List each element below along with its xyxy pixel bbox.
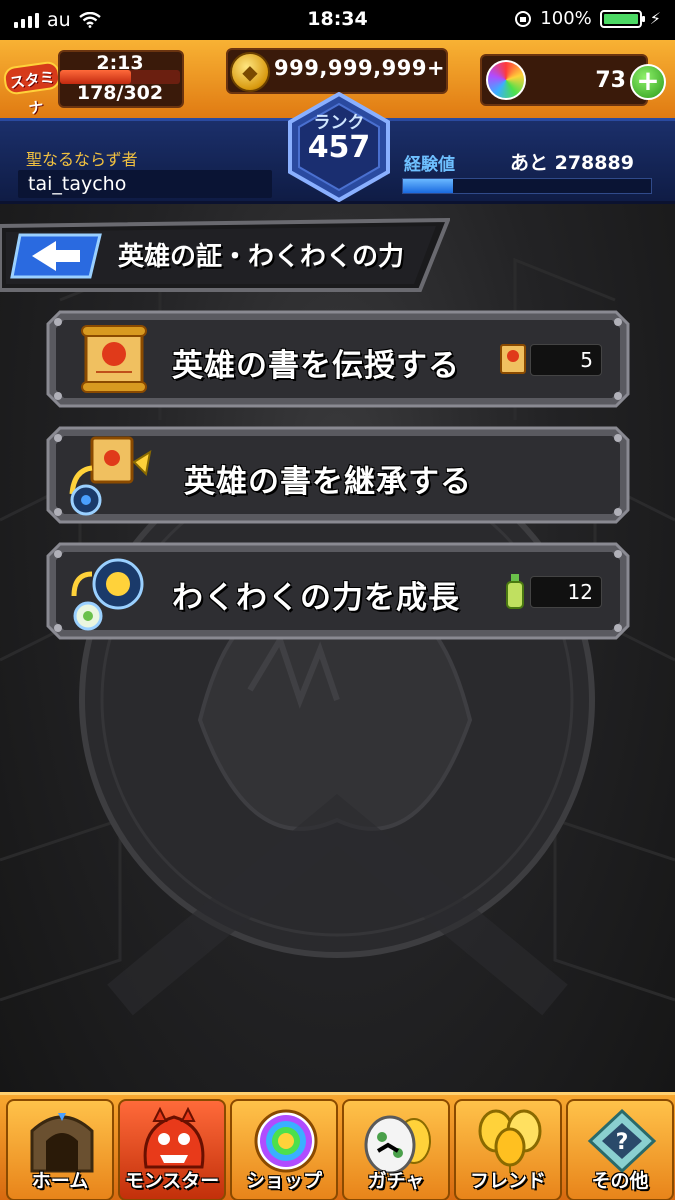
nav-shop[interactable]: ショップ (230, 1099, 338, 1200)
svg-text:?: ? (616, 1130, 629, 1155)
nav-monster[interactable]: モンスター (118, 1099, 226, 1200)
small-scroll-icon (500, 344, 526, 374)
scroll-transfer-icon (69, 436, 152, 516)
coin-count: 999,999,999+ (274, 56, 446, 80)
stamina-count: 178/302 (76, 82, 164, 104)
orb-count: 73 (595, 68, 626, 93)
home-gate-icon (30, 1113, 94, 1173)
battery-icon (599, 9, 645, 28)
nav-other[interactable]: ? その他 (566, 1099, 674, 1200)
menu-label: 英雄の書を伝授する (172, 348, 460, 384)
nav-label: ショップ (245, 1170, 322, 1192)
growth-potion-icon (506, 574, 524, 609)
egg-icon (364, 1115, 431, 1173)
menu-label: 英雄の書を継承する (184, 464, 472, 500)
battery-info: 100% ⚡ (514, 8, 661, 29)
rank-value: 457 (307, 130, 371, 165)
status-bar: au 18:34 100% ⚡ (0, 0, 675, 40)
monster-icon (143, 1107, 205, 1169)
menu-label: わくわくの力を成長 (172, 580, 460, 616)
stamina-timer: 2:13 (96, 52, 144, 74)
teach-hero-book-button[interactable]: 英雄の書を伝授する 5 (46, 310, 630, 408)
nav-label: その他 (591, 1170, 649, 1192)
nav-home[interactable]: ホーム (6, 1099, 114, 1200)
player-name: tai_taycho (18, 170, 272, 198)
item-count: 5 (530, 344, 602, 376)
orb-icon (486, 60, 526, 100)
nav-gacha[interactable]: ガチャ (342, 1099, 450, 1200)
friend-balloons-icon (478, 1109, 542, 1173)
back-arrow-icon (10, 233, 102, 279)
nav-friend[interactable]: フレンド (454, 1099, 562, 1200)
nav-label: ホーム (31, 1170, 89, 1192)
item-count: 12 (530, 576, 602, 608)
exp-remaining: あと 278889 (510, 152, 634, 174)
coin-icon: ◆ (230, 52, 270, 92)
orientation-lock-icon (515, 10, 532, 27)
exp-bar-fill (403, 179, 453, 193)
bottom-nav: ホーム モンスター ショップ ガチャ フレンド ? その他 (0, 1092, 675, 1200)
rainbow-orb-icon (254, 1109, 318, 1173)
nav-label: フレンド (469, 1170, 546, 1192)
exp-label: 経験値 (404, 155, 455, 175)
player-title: 聖なるならず者 (26, 150, 138, 169)
inherit-hero-book-button[interactable]: 英雄の書を継承する (46, 426, 630, 524)
grow-waku-power-button[interactable]: わくわくの力を成長 12 (46, 542, 630, 640)
nav-label: モンスター (124, 1170, 220, 1192)
exp-bar (402, 178, 652, 194)
battery-percent: 100% (540, 8, 592, 29)
other-icon: ? (587, 1108, 657, 1173)
section-title: 英雄の証・わくわくの力 (118, 242, 405, 272)
waku-orb-icon (71, 558, 144, 631)
charging-icon: ⚡ (649, 9, 661, 28)
scroll-icon (81, 325, 147, 393)
nav-label: ガチャ (367, 1170, 425, 1192)
back-button[interactable] (10, 233, 102, 279)
top-hud: スタミナ 2:13 178/302 ◆ 999,999,999+ 73 + ラン… (0, 40, 675, 205)
add-orb-button[interactable]: + (630, 64, 666, 100)
